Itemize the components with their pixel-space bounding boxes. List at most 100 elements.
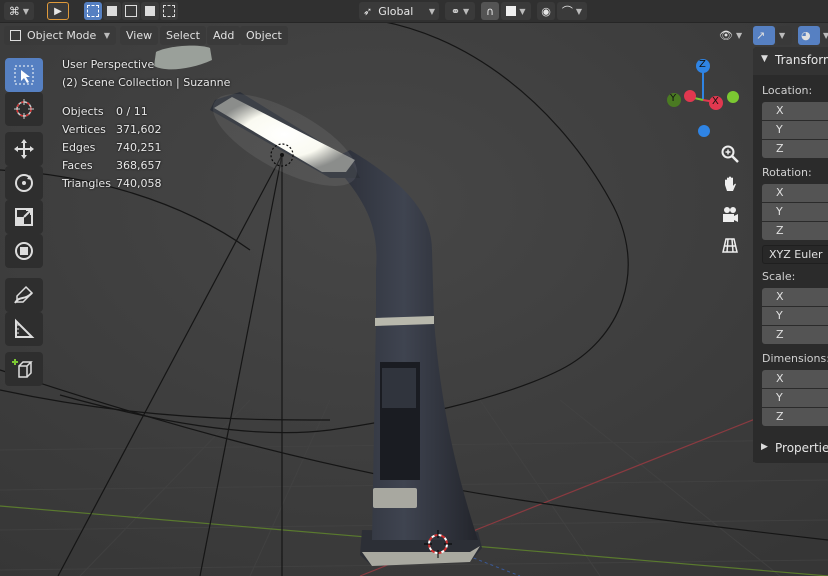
- object-menu[interactable]: Object: [240, 26, 288, 45]
- gizmo-z-label: Z: [699, 59, 706, 70]
- falloff-curve-icon: ⌒: [561, 5, 573, 18]
- chevron-down-icon: ▼: [823, 31, 828, 40]
- viewport-collection-label: (2) Scene Collection | Suzanne: [62, 76, 231, 89]
- transform-orientation-value: Global: [378, 4, 414, 18]
- rotation-mode-dropdown[interactable]: XYZ Euler: [762, 245, 828, 264]
- dimensions-z-field[interactable]: Z: [762, 408, 828, 426]
- dimensions-x-field[interactable]: X: [762, 370, 828, 388]
- select-box-icon: [14, 65, 34, 85]
- visibility-dropdown[interactable]: 👁 ▼: [716, 26, 748, 45]
- scale-y-field[interactable]: Y: [762, 307, 828, 325]
- chevron-down-icon: ▼: [519, 6, 526, 16]
- stat-edges-value: 740,251: [116, 141, 162, 154]
- select-mode-extend-button[interactable]: [103, 2, 121, 20]
- chevron-down-icon: ▼: [22, 6, 30, 16]
- add-menu[interactable]: Add: [207, 26, 241, 45]
- magnet-icon: ∩: [485, 4, 495, 18]
- scale-z-field[interactable]: Z: [762, 326, 828, 344]
- mode-dropdown-value: Object Mode: [27, 29, 97, 42]
- annotate-pen-icon: [14, 285, 34, 304]
- tool-move[interactable]: [5, 132, 43, 166]
- scale-icon: [15, 208, 33, 226]
- select-extend-icon: [107, 6, 117, 16]
- view-menu[interactable]: View: [120, 26, 159, 45]
- transform-icon: [15, 242, 33, 260]
- gizmo-x-label: X: [712, 96, 719, 107]
- location-label: Location:: [762, 84, 813, 97]
- snap-toggle-button[interactable]: ∩: [481, 2, 499, 20]
- gizmo-y-positive: [727, 91, 739, 103]
- select-menu[interactable]: Select: [160, 26, 206, 45]
- snap-increment-icon: [506, 6, 517, 16]
- stat-vertices-label: Vertices: [62, 123, 106, 136]
- location-y-field[interactable]: Y: [762, 121, 828, 139]
- editor-type-icon: ⌘: [8, 4, 20, 18]
- proportional-edit-icon: ◉: [541, 4, 551, 18]
- stat-objects-label: Objects: [62, 105, 104, 118]
- eye-icon: 👁: [719, 29, 733, 42]
- chevron-down-icon: ▼: [575, 6, 583, 16]
- zoom-magnifier-icon: [721, 145, 739, 163]
- overlays-icon: ◕: [801, 29, 811, 42]
- proportional-editing-button[interactable]: ◉: [537, 2, 555, 20]
- transform-panel-title: Transform: [775, 53, 828, 67]
- overlays-toggle-button[interactable]: ◕: [798, 26, 820, 45]
- rotate-icon: [15, 174, 33, 192]
- pan-button[interactable]: [716, 170, 744, 198]
- scale-x-field[interactable]: X: [762, 288, 828, 306]
- transform-orientation-dropdown[interactable]: ➶ Global ▼: [359, 2, 439, 20]
- stat-triangles-label: Triangles: [62, 177, 111, 190]
- rotation-y-field[interactable]: Y: [762, 203, 828, 221]
- zoom-button[interactable]: [716, 140, 744, 168]
- tool-cursor[interactable]: [5, 92, 43, 126]
- pivot-point-icon: ⚭: [450, 4, 461, 18]
- properties-panel-header[interactable]: ▶ Properties: [753, 436, 828, 462]
- select-mode-new-button[interactable]: [84, 2, 102, 20]
- select-mode-intersect-button[interactable]: [160, 2, 178, 20]
- transform-panel-header[interactable]: ▼ Transform: [753, 47, 828, 75]
- camera-view-button[interactable]: [716, 201, 744, 229]
- expand-triangle-icon: ▶: [761, 442, 768, 452]
- add-cube-icon: [12, 359, 33, 378]
- viewport-perspective-label: User Perspective: [62, 58, 155, 71]
- ortho-toggle-button[interactable]: [716, 231, 744, 259]
- tool-rotate[interactable]: [5, 166, 43, 200]
- select-mode-subtract-button[interactable]: [122, 2, 140, 20]
- select-tool-button[interactable]: ▶: [47, 2, 69, 20]
- select-mode-invert-button[interactable]: [141, 2, 159, 20]
- dimensions-y-field[interactable]: Y: [762, 389, 828, 407]
- location-z-field[interactable]: Z: [762, 140, 828, 158]
- dimensions-label: Dimensions:: [762, 352, 828, 365]
- collapse-triangle-icon: ▼: [761, 54, 768, 64]
- gizmo-dropdown[interactable]: ▼: [776, 26, 792, 45]
- tool-scale[interactable]: [5, 200, 43, 234]
- mode-dropdown[interactable]: Object Mode ▼: [4, 26, 116, 45]
- location-x-field[interactable]: X: [762, 102, 828, 120]
- cursor-crosshair-icon: [14, 99, 34, 119]
- gizmo-toggle-button[interactable]: ↗: [753, 26, 775, 45]
- tool-transform[interactable]: [5, 234, 43, 268]
- stat-edges-label: Edges: [62, 141, 96, 154]
- overlays-dropdown[interactable]: ▼: [821, 26, 828, 45]
- rotation-x-field[interactable]: X: [762, 184, 828, 202]
- gizmo-y-label: Y: [670, 93, 677, 104]
- camera-icon: [723, 207, 738, 222]
- select-subtract-icon: [125, 5, 137, 17]
- tool-annotate[interactable]: [5, 278, 43, 312]
- rotation-label: Rotation:: [762, 166, 812, 179]
- grid-perspective-icon: [722, 238, 738, 253]
- rotation-z-field[interactable]: Z: [762, 222, 828, 240]
- snap-target-dropdown[interactable]: ▼: [501, 2, 531, 20]
- editor-type-button[interactable]: ⌘ ▼: [4, 2, 34, 20]
- chevron-down-icon: ▼: [463, 6, 470, 16]
- tool-add-cube[interactable]: [5, 352, 43, 386]
- tool-select-box[interactable]: [5, 58, 43, 92]
- tool-measure[interactable]: [5, 312, 43, 346]
- gizmo-x-negative: [684, 90, 696, 102]
- proportional-falloff-dropdown[interactable]: ⌒ ▼: [557, 2, 587, 20]
- gizmo-z-negative: [698, 125, 710, 137]
- pivot-point-dropdown[interactable]: ⚭ ▼: [445, 2, 475, 20]
- measure-ruler-icon: [15, 318, 35, 338]
- stat-vertices-value: 371,602: [116, 123, 162, 136]
- chevron-down-icon: ▼: [428, 6, 435, 16]
